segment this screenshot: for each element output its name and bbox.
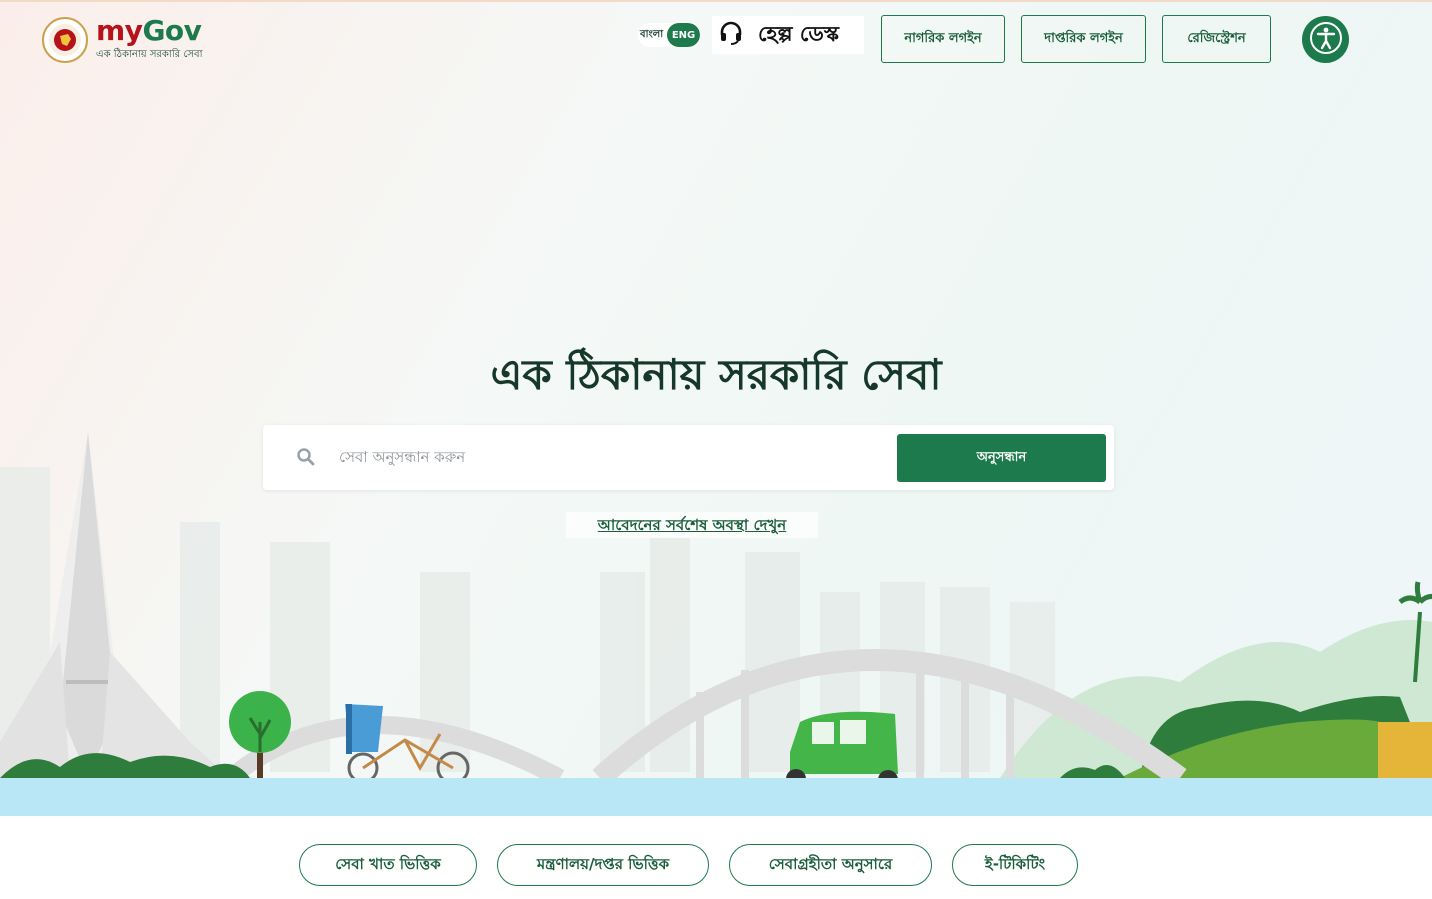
accessibility-button[interactable] — [1302, 16, 1349, 63]
search-button[interactable]: অনুসন্ধান — [897, 434, 1106, 482]
top-navigation-bar: myGov এক ঠিকানায় সরকারি সেবা বাংলা ENG … — [0, 2, 1432, 82]
tab-ministry-office[interactable]: মন্ত্রণালয়/দপ্তর ভিত্তিক — [497, 844, 709, 886]
application-status-link[interactable]: আবেদনের সর্বশেষ অবস্থা দেখুন — [566, 512, 818, 538]
language-bangla-option[interactable]: বাংলা — [638, 27, 667, 44]
logo-brand-text: myGov — [96, 14, 202, 47]
language-english-option[interactable]: ENG — [667, 23, 700, 47]
service-search-box: অনুসন্ধান — [263, 425, 1114, 490]
official-login-button[interactable]: দাপ্তরিক লগইন — [1021, 15, 1146, 63]
helpdesk-label: হেল্প ডেস্ক — [758, 21, 839, 46]
helpdesk-link[interactable]: হেল্প ডেস্ক — [712, 16, 864, 54]
logo-tagline: এক ঠিকানায় সরকারি সেবা — [96, 49, 203, 60]
search-icon — [296, 447, 316, 467]
hero-banner: myGov এক ঠিকানায় সরকারি সেবা বাংলা ENG … — [0, 0, 1432, 816]
service-category-tabs: সেবা খাত ভিত্তিক মন্ত্রণালয়/দপ্তর ভিত্ত… — [0, 844, 1432, 886]
citizen-login-button[interactable]: নাগরিক লগইন — [881, 15, 1005, 63]
language-toggle[interactable]: বাংলা ENG — [638, 23, 700, 47]
accessibility-icon — [1308, 20, 1344, 60]
service-search-input[interactable] — [339, 439, 879, 475]
mygov-logo[interactable]: myGov এক ঠিকানায় সরকারি সেবা — [42, 16, 203, 64]
government-emblem-icon — [42, 17, 88, 63]
headset-icon — [718, 20, 744, 50]
tab-e-ticketing[interactable]: ই-টিকিটিং — [952, 844, 1078, 886]
tab-service-recipient[interactable]: সেবাগ্রহীতা অনুসারে — [729, 844, 932, 886]
hero-headline: এক ঠিকানায় সরকারি সেবা — [490, 350, 942, 399]
registration-button[interactable]: রেজিস্ট্রেশন — [1162, 15, 1271, 63]
tab-service-sector[interactable]: সেবা খাত ভিত্তিক — [299, 844, 477, 886]
